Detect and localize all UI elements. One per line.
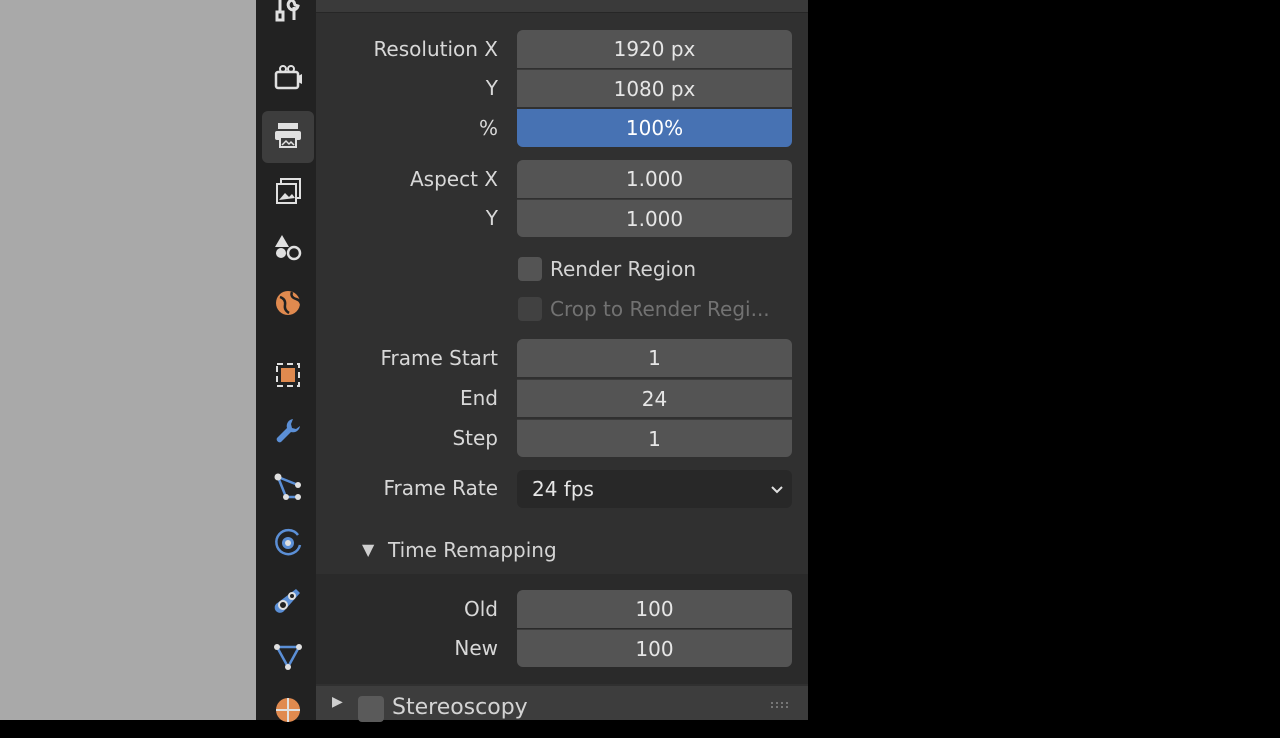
left-viewport-area (0, 0, 256, 720)
stereoscopy-panel-header[interactable]: ▶ Stereoscopy (316, 686, 808, 722)
aspect-y-field[interactable]: 1.000 (517, 199, 792, 237)
aspect-y-label: Y (485, 206, 498, 230)
resolution-percent-label: % (478, 116, 498, 140)
time-remapping-header[interactable]: ▼ Time Remapping (316, 530, 808, 574)
render-region-label[interactable]: Render Region (550, 250, 696, 288)
frame-step-label: Step (452, 426, 498, 450)
material-icon (272, 694, 304, 730)
frame-step-field[interactable]: 1 (517, 419, 792, 457)
resolution-x-label: Resolution X (373, 37, 498, 61)
time-new-field[interactable]: 100 (517, 629, 792, 667)
time-old-field[interactable]: 100 (517, 590, 792, 628)
tab-render[interactable] (262, 54, 314, 106)
tab-modifiers[interactable] (262, 407, 314, 459)
collapse-triangle-icon: ▶ (332, 694, 343, 710)
aspect-x-label: Aspect X (410, 167, 498, 191)
aspect-x-field[interactable]: 1.000 (517, 160, 792, 198)
tool-icon (272, 0, 304, 30)
resolution-y-field[interactable]: 1080 px (517, 69, 792, 107)
stereoscopy-checkbox[interactable] (358, 696, 384, 722)
constraints-icon (272, 584, 304, 620)
chevron-down-icon (771, 486, 783, 494)
frame-start-field[interactable]: 1 (517, 339, 792, 377)
tab-world[interactable] (262, 279, 314, 331)
world-icon (272, 287, 304, 323)
properties-tab-bar (256, 0, 316, 722)
resolution-percent-field[interactable]: 100% (517, 109, 792, 147)
crop-render-region-checkbox[interactable] (518, 297, 542, 321)
tab-view-layer[interactable] (262, 167, 314, 219)
tab-output[interactable] (262, 111, 314, 163)
output-properties-panel: Resolution X 1920 px Y 1080 px % 100% As… (316, 0, 808, 722)
physics-icon (272, 527, 304, 563)
tab-material[interactable] (262, 686, 314, 738)
tab-constraints[interactable] (262, 576, 314, 628)
stereoscopy-title: Stereoscopy (392, 695, 528, 720)
frame-rate-label: Frame Rate (383, 476, 498, 500)
resolution-x-field[interactable]: 1920 px (517, 30, 792, 68)
render-icon (272, 62, 304, 98)
drag-grip-icon[interactable] (770, 701, 790, 709)
right-empty-area (808, 0, 1280, 720)
tab-object[interactable] (262, 351, 314, 403)
tab-scene[interactable] (262, 223, 314, 275)
resolution-y-label: Y (485, 76, 498, 100)
scene-icon (272, 231, 304, 267)
time-remapping-title: Time Remapping (388, 538, 557, 562)
object-icon (272, 359, 304, 395)
frame-rate-dropdown[interactable]: 24 fps (517, 470, 792, 508)
render-region-checkbox[interactable] (518, 257, 542, 281)
tab-tool[interactable] (262, 0, 314, 38)
tab-particles[interactable] (262, 463, 314, 515)
particles-icon (272, 471, 304, 507)
modifier-wrench-icon (272, 415, 304, 451)
format-panel-header (316, 0, 808, 13)
time-old-label: Old (464, 597, 498, 621)
object-data-mesh-icon (272, 640, 304, 676)
tab-object-data[interactable] (262, 632, 314, 684)
frame-end-field[interactable]: 24 (517, 379, 792, 417)
tab-physics[interactable] (262, 519, 314, 571)
frame-start-label: Frame Start (380, 346, 498, 370)
time-new-label: New (454, 636, 498, 660)
frame-end-label: End (459, 386, 498, 410)
crop-render-region-label[interactable]: Crop to Render Regi... (550, 290, 770, 328)
output-icon (272, 119, 304, 155)
expand-triangle-icon: ▼ (362, 540, 375, 559)
view-layer-icon (272, 175, 304, 211)
frame-rate-value: 24 fps (532, 477, 594, 501)
